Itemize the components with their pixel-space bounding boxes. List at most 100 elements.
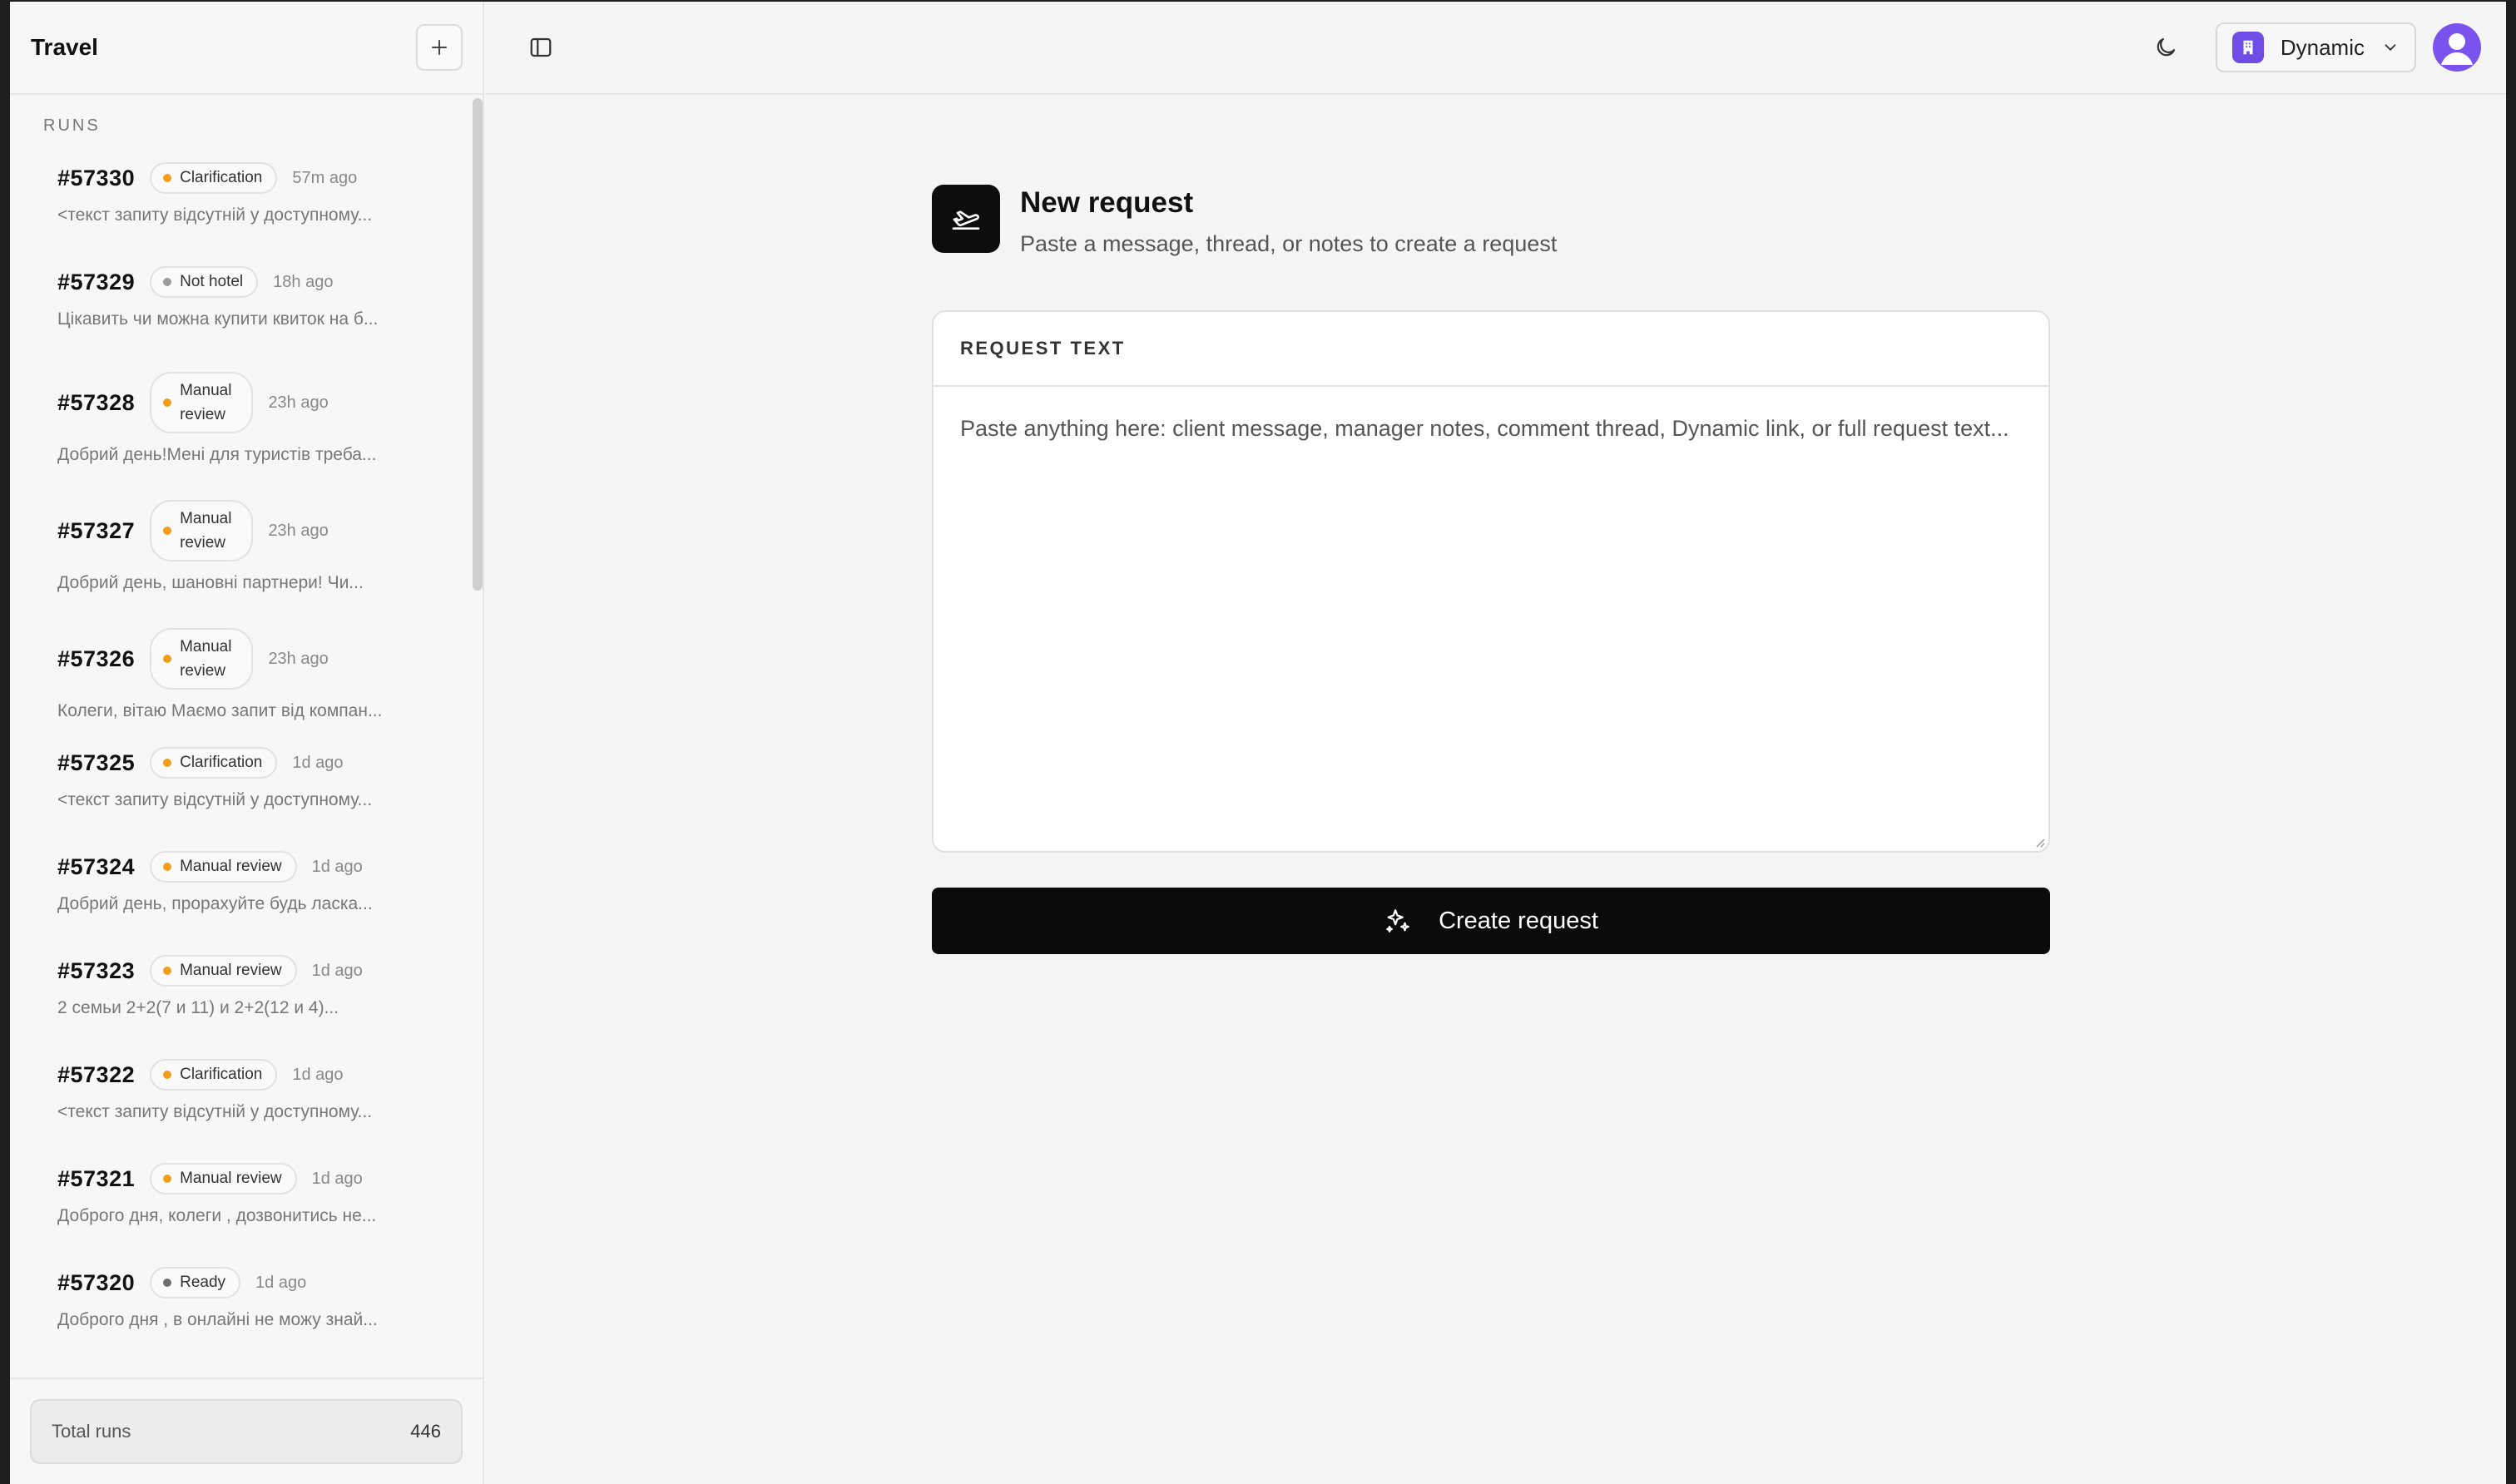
- topbar: Dynamic: [484, 2, 2506, 95]
- request-text-card: REQUEST TEXT: [932, 310, 2050, 853]
- run-id: #57321: [57, 1165, 136, 1191]
- run-item[interactable]: #57326 Manual review 23h ago Колеги, віта…: [10, 628, 483, 747]
- new-request-panel: New request Paste a message, thread, or …: [932, 185, 2050, 954]
- sidebar-footer: Total runs 446: [10, 1378, 483, 1484]
- run-id: #57329: [57, 269, 136, 294]
- run-preview: Доброго дня , в онлайні не можу знай...: [57, 1310, 378, 1329]
- page-title: New request: [1020, 186, 1194, 219]
- sidebar-scrollbar[interactable]: [473, 98, 483, 591]
- run-id: #57325: [57, 749, 136, 775]
- status-badge: Manual review: [150, 372, 254, 433]
- run-id: #57330: [57, 165, 136, 190]
- avatar[interactable]: [2433, 23, 2481, 72]
- moon-icon: [2157, 37, 2175, 57]
- app-window: Travel RUNS #57330 Clarification 57m ago…: [10, 2, 2506, 1484]
- status-dot: [163, 174, 172, 182]
- run-id: #57323: [57, 957, 136, 983]
- run-item[interactable]: #57320 Ready 1d ago Доброго дня , в онла…: [10, 1267, 483, 1371]
- status-badge: Ready: [150, 1267, 241, 1298]
- total-runs-box: Total runs 446: [30, 1399, 463, 1464]
- status-badge: Manual review: [150, 500, 254, 561]
- run-item[interactable]: #57329 Not hotel 18h ago Цікавить чи мож…: [10, 266, 483, 372]
- status-dot: [163, 1071, 172, 1079]
- run-item[interactable]: #57330 Clarification 57m ago <текст запи…: [10, 162, 483, 266]
- run-time: 1d ago: [255, 1273, 307, 1292]
- run-preview: Цікавить чи можна купити квиток на б...: [57, 309, 379, 329]
- request-text-label: REQUEST TEXT: [960, 338, 1126, 359]
- run-id: #57320: [57, 1269, 136, 1295]
- run-time: 1d ago: [311, 1169, 363, 1188]
- status-dot: [163, 759, 172, 767]
- run-id: #57327: [57, 517, 136, 543]
- run-time: 1d ago: [311, 961, 363, 980]
- status-label: Clarification: [180, 754, 263, 771]
- run-preview: Добрий день, шановні партнери! Чи...: [57, 573, 364, 592]
- runs-section-label: RUNS: [43, 116, 101, 135]
- request-text-input[interactable]: [934, 387, 2048, 851]
- status-badge: Clarification: [150, 162, 278, 194]
- run-preview: 2 семьи 2+2(7 и 11) и 2+2(12 и 4)...: [57, 998, 339, 1017]
- run-time: 18h ago: [273, 272, 334, 291]
- run-item[interactable]: #57324 Manual review 1d ago Добрий день,…: [10, 851, 483, 955]
- create-request-label: Create request: [1439, 907, 1598, 934]
- request-text-header: REQUEST TEXT: [934, 312, 2048, 387]
- status-label: Manual review: [180, 1170, 282, 1187]
- request-header: New request Paste a message, thread, or …: [932, 185, 2050, 257]
- sidebar-toggle-icon: [530, 37, 552, 57]
- run-item[interactable]: #57322 Clarification 1d ago <текст запит…: [10, 1059, 483, 1163]
- main-area: Dynamic New request Paste a message, thr…: [484, 2, 2506, 1484]
- status-label: Manual review: [180, 962, 282, 979]
- status-label: Clarification: [180, 1066, 263, 1083]
- new-run-button[interactable]: [416, 24, 463, 71]
- sparkles-icon: [1386, 909, 1409, 932]
- status-badge: Clarification: [150, 1059, 278, 1091]
- run-item[interactable]: #57321 Manual review 1d ago Доброго дня,…: [10, 1163, 483, 1267]
- run-time: 57m ago: [292, 168, 358, 187]
- total-runs-value: 446: [410, 1421, 441, 1442]
- workspace-select[interactable]: Dynamic: [2215, 22, 2416, 72]
- status-dot: [163, 527, 172, 535]
- status-dot: [163, 967, 172, 975]
- run-id: #57322: [57, 1061, 136, 1087]
- sidebar: Travel RUNS #57330 Clarification 57m ago…: [10, 2, 484, 1484]
- status-label: Manual review: [180, 638, 232, 680]
- plane-icon: [932, 185, 1000, 253]
- status-badge: Manual review: [150, 851, 297, 883]
- status-dot: [163, 655, 172, 663]
- toggle-sidebar-button[interactable]: [526, 32, 556, 62]
- run-id: #57324: [57, 853, 136, 879]
- run-preview: Колеги, вітаю Маємо запит від компан...: [57, 701, 383, 720]
- runs-list[interactable]: RUNS #57330 Clarification 57m ago <текст…: [10, 95, 483, 1378]
- status-dot: [163, 1279, 172, 1287]
- status-label: Manual review: [180, 382, 232, 423]
- total-runs-label: Total runs: [52, 1421, 131, 1442]
- building-icon: [2231, 32, 2264, 63]
- resize-handle-icon[interactable]: [2033, 836, 2045, 848]
- run-preview: Добрий день!Мені для туристів треба...: [57, 445, 377, 464]
- run-item[interactable]: #57327 Manual review 23h ago Добрий день,…: [10, 500, 483, 628]
- workspace-name: Dynamic: [2280, 34, 2365, 60]
- run-id: #57326: [57, 646, 136, 671]
- run-time: 23h ago: [268, 393, 329, 412]
- run-time: 1d ago: [292, 753, 344, 772]
- status-label: Clarification: [180, 169, 263, 186]
- status-label: Not hotel: [180, 273, 244, 290]
- user-icon: [2441, 33, 2473, 65]
- run-preview: <текст запиту відсутній у доступному...: [57, 1102, 373, 1121]
- run-time: 23h ago: [268, 649, 329, 668]
- run-item[interactable]: #57328 Manual review 23h ago Добрий день!…: [10, 372, 483, 500]
- run-item[interactable]: #57325 Clarification 1d ago <текст запит…: [10, 747, 483, 851]
- status-badge: Manual review: [150, 628, 254, 690]
- sidebar-title: Travel: [31, 34, 98, 60]
- status-dot: [163, 863, 172, 871]
- run-item[interactable]: #57323 Manual review 1d ago 2 семьи 2+2(…: [10, 955, 483, 1059]
- status-label: Manual review: [180, 510, 232, 552]
- status-label: Ready: [180, 1274, 226, 1291]
- run-preview: Доброго дня, колеги , дозвонитись не...: [57, 1206, 377, 1225]
- theme-toggle-button[interactable]: [2141, 22, 2191, 72]
- run-id: #57328: [57, 389, 136, 415]
- status-label: Manual review: [180, 858, 282, 875]
- status-badge: Not hotel: [150, 266, 259, 298]
- run-time: 23h ago: [268, 521, 329, 540]
- create-request-button[interactable]: Create request: [932, 888, 2050, 954]
